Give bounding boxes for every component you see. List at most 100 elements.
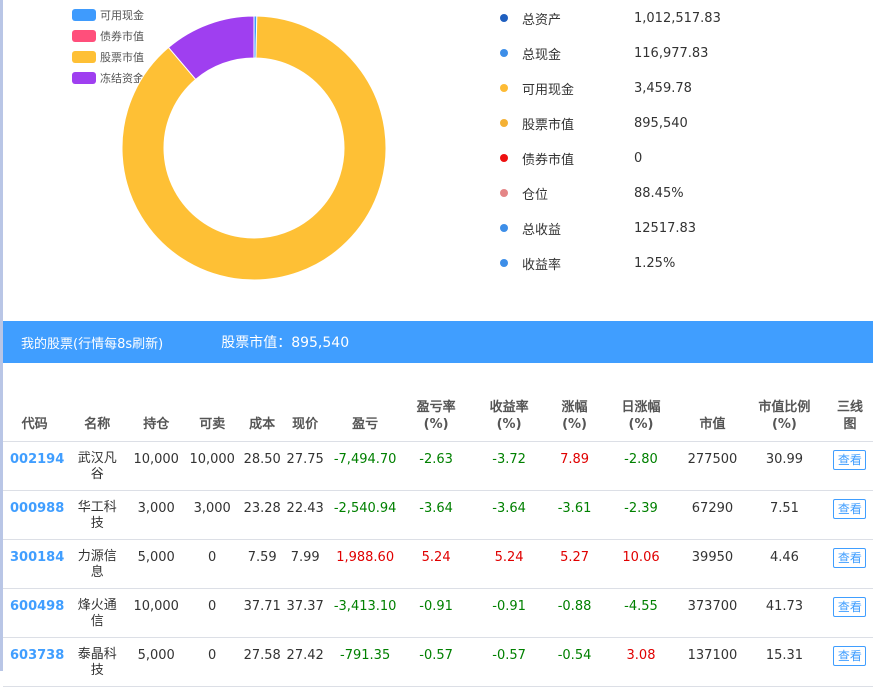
cell-chg: -3.61 [557, 501, 592, 516]
column-header[interactable]: 可卖 [184, 379, 241, 442]
column-header[interactable]: 盈亏 [326, 379, 405, 442]
table-cell-code[interactable]: 600498 [3, 588, 67, 638]
table-cell-mvr: 4.46 [741, 539, 827, 589]
cell-cost: 37.71 [243, 599, 281, 614]
table-cell-dchg: 3.08 [599, 637, 683, 687]
table-cell-hold: 5,000 [128, 637, 185, 687]
cell-name: 华工科技 [77, 500, 117, 531]
column-header[interactable]: 涨幅 (%) [550, 379, 600, 442]
table-cell-name: 华工科技 [66, 490, 129, 540]
table-cell-sell: 10,000 [184, 441, 241, 491]
cell-hold: 10,000 [133, 452, 179, 467]
table-cell-chart: 查看 [826, 539, 873, 589]
asset-donut-chart [121, 15, 387, 281]
table-cell-price: 37.37 [284, 588, 327, 638]
cell-hold: 3,000 [137, 501, 175, 516]
cell-name: 力源信息 [77, 549, 117, 580]
cell-plr: -0.57 [419, 648, 453, 663]
table-cell-ret: -3.72 [468, 441, 551, 491]
table-cell-pl: -7,494.70 [326, 441, 405, 491]
cell-plr: 5.24 [421, 550, 451, 565]
cell-mvr: 4.46 [769, 550, 799, 565]
column-header[interactable]: 成本 [240, 379, 285, 442]
table-cell-price: 27.75 [284, 441, 327, 491]
table-cell-hold: 5,000 [128, 539, 185, 589]
summary-value: 895,540 [634, 115, 688, 131]
table-cell-cost: 37.71 [240, 588, 285, 638]
my-stocks-title: 我的股票(行情每8s刷新) [21, 336, 164, 352]
table-row[interactable]: 002194 武汉凡谷 10,000 10,000 28.50 27.75 -7,494.7… [3, 441, 873, 491]
cell-pl: -2,540.94 [333, 501, 397, 516]
summary-label: 总现金 [522, 47, 562, 63]
table-cell-chart: 查看 [826, 441, 873, 491]
view-chart-button[interactable]: 查看 [833, 499, 867, 519]
table-cell-chg: -0.54 [550, 637, 600, 687]
cell-code[interactable]: 002194 [10, 442, 64, 468]
summary-row: 股票市值 895,540 [500, 113, 688, 133]
column-header[interactable]: 代码 [3, 379, 67, 442]
table-cell-mvr: 7.51 [741, 490, 827, 540]
table-row[interactable]: 600498 烽火通信 10,000 0 37.71 37.37 -3,413.10 -0.9… [3, 588, 873, 638]
table-cell-cost: 7.59 [240, 539, 285, 589]
summary-label: 总资产 [522, 12, 562, 28]
table-cell-price: 22.43 [284, 490, 327, 540]
table-cell-cost: 27.58 [240, 637, 285, 687]
table-cell-hold: 3,000 [128, 490, 185, 540]
cell-mv: 277500 [687, 452, 738, 467]
view-chart-button[interactable]: 查看 [833, 597, 867, 617]
column-header[interactable]: 盈亏率 (%) [404, 379, 469, 442]
summary-dot [500, 189, 508, 197]
table-row[interactable]: 603738 泰晶科技 5,000 0 27.58 27.42 -791.35 -0.57 -0… [3, 637, 873, 687]
column-header[interactable]: 名称 [66, 379, 129, 442]
column-header[interactable]: 三线图 [826, 379, 873, 442]
table-cell-chg: -0.88 [550, 588, 600, 638]
summary-value: 0 [634, 150, 643, 166]
view-chart-button[interactable]: 查看 [833, 548, 867, 568]
column-header[interactable]: 现价 [284, 379, 327, 442]
cell-pl: -3,413.10 [333, 599, 397, 614]
summary-row: 收益率 1.25% [500, 253, 675, 273]
cell-code[interactable]: 600498 [10, 589, 64, 615]
column-header[interactable]: 市值 [682, 379, 742, 442]
cell-cost: 7.59 [247, 550, 277, 565]
column-header[interactable]: 市值比例 (%) [741, 379, 827, 442]
legend-swatch [72, 29, 96, 42]
cell-cost: 28.50 [243, 452, 281, 467]
table-cell-pl: -3,413.10 [326, 588, 405, 638]
table-cell-name: 烽火通信 [66, 588, 129, 638]
column-header[interactable]: 收益率 (%) [468, 379, 551, 442]
legend-swatch [72, 50, 96, 63]
cell-code[interactable]: 603738 [10, 638, 64, 664]
cell-code[interactable]: 000988 [10, 491, 64, 517]
summary-label: 债券市值 [522, 152, 575, 168]
cell-code[interactable]: 300184 [10, 540, 64, 566]
table-cell-dchg: -4.55 [599, 588, 683, 638]
table-cell-plr: -0.91 [404, 588, 469, 638]
summary-row: 债券市值 0 [500, 148, 642, 168]
column-header[interactable]: 持仓 [128, 379, 185, 442]
table-row[interactable]: 000988 华工科技 3,000 3,000 23.28 22.43 -2,540.94 -… [3, 490, 873, 540]
summary-row: 可用现金 3,459.78 [500, 78, 692, 98]
cell-ret: -3.72 [492, 452, 526, 467]
cell-sell: 0 [208, 648, 217, 663]
summary-value: 88.45% [634, 185, 684, 201]
view-chart-button[interactable]: 查看 [833, 450, 867, 470]
view-chart-button[interactable]: 查看 [833, 646, 867, 666]
table-cell-dchg: -2.80 [599, 441, 683, 491]
summary-row: 仓位 88.45% [500, 183, 684, 203]
table-cell-code[interactable]: 002194 [3, 441, 67, 491]
table-cell-code[interactable]: 300184 [3, 539, 67, 589]
summary-row: 总现金 116,977.83 [500, 43, 708, 63]
cell-pl: 1,988.60 [336, 550, 395, 565]
table-row[interactable]: 300184 力源信息 5,000 0 7.59 7.99 1,988.60 5.24 5.24… [3, 539, 873, 589]
summary-label: 可用现金 [522, 82, 575, 98]
table-cell-code[interactable]: 603738 [3, 637, 67, 687]
cell-ret: -0.57 [492, 648, 526, 663]
table-cell-chg: -3.61 [550, 490, 600, 540]
table-cell-mv: 137100 [682, 637, 742, 687]
cell-plr: -3.64 [419, 501, 453, 516]
column-header[interactable]: 日涨幅 (%) [599, 379, 683, 442]
cell-mvr: 15.31 [765, 648, 804, 663]
table-cell-code[interactable]: 000988 [3, 490, 67, 540]
cell-hold: 10,000 [133, 599, 179, 614]
